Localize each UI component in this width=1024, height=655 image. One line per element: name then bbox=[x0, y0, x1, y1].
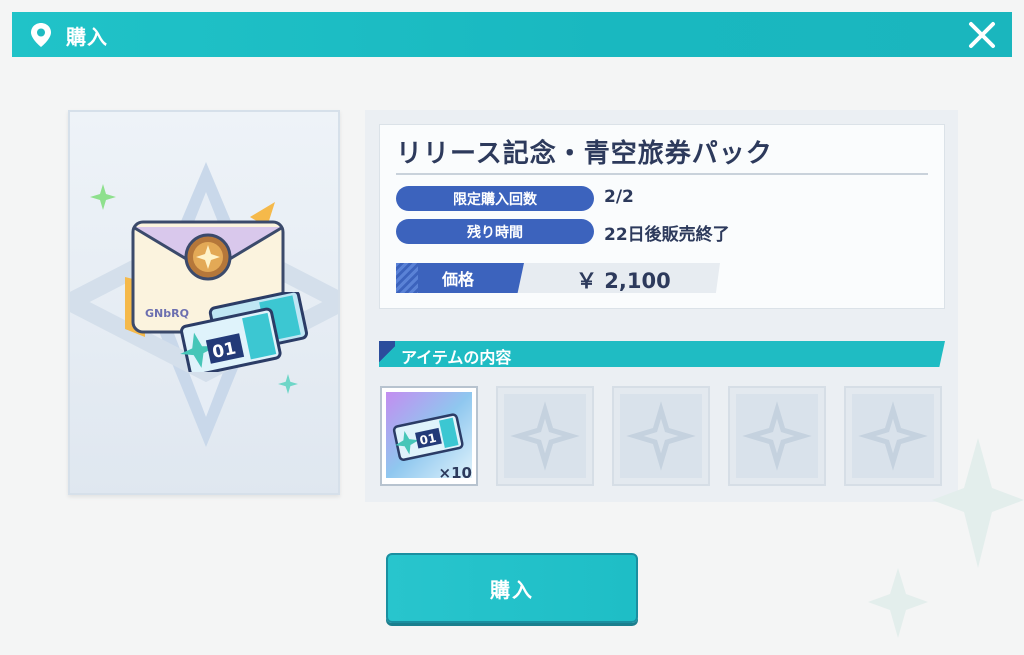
remaining-time-label: 残り時間 bbox=[396, 219, 594, 244]
ticket-icon: 01 bbox=[180, 292, 309, 372]
item-slot-3 bbox=[612, 386, 710, 486]
empty-slot-icon bbox=[742, 401, 812, 471]
price-label: 価格 bbox=[442, 270, 475, 289]
stripe-decoration bbox=[396, 263, 418, 293]
price-value: ￥ 2,100 bbox=[576, 269, 671, 293]
section-accent bbox=[379, 341, 395, 367]
divider bbox=[396, 173, 928, 175]
sparkle-decoration-icon bbox=[868, 438, 1024, 638]
location-pin-icon bbox=[31, 23, 51, 47]
item-quantity: ×10 bbox=[438, 464, 472, 482]
purchase-limit-value: 2/2 bbox=[604, 187, 634, 207]
page-title: 購入 bbox=[66, 25, 108, 49]
empty-slot-icon bbox=[626, 401, 696, 471]
product-info-card: リリース記念・青空旅券パック 限定購入回数 2/2 残り時間 22日後販売終了 … bbox=[379, 124, 945, 309]
header-bar: 購入 bbox=[12, 12, 1012, 57]
price-label-box: 価格 bbox=[396, 263, 524, 293]
sparkle-icon bbox=[278, 374, 298, 394]
item-slot-1[interactable]: 01 ×10 bbox=[380, 386, 478, 486]
buy-button[interactable]: 購入 bbox=[386, 553, 638, 623]
price-row: 価格 ￥ 2,100 bbox=[396, 263, 720, 293]
empty-slot-icon bbox=[510, 401, 580, 471]
item-slot-2 bbox=[496, 386, 594, 486]
close-icon[interactable] bbox=[968, 21, 996, 49]
remaining-time-value: 22日後販売終了 bbox=[604, 225, 730, 245]
product-title: リリース記念・青空旅券パック bbox=[396, 139, 773, 169]
item-slot-4 bbox=[728, 386, 826, 486]
purchase-limit-label: 限定購入回数 bbox=[396, 186, 594, 211]
items-section-title: アイテムの内容 bbox=[401, 348, 512, 367]
product-preview: GNbRQ 01 bbox=[68, 110, 340, 495]
sparkle-icon bbox=[90, 184, 116, 210]
items-section-header: アイテムの内容 bbox=[379, 341, 945, 367]
